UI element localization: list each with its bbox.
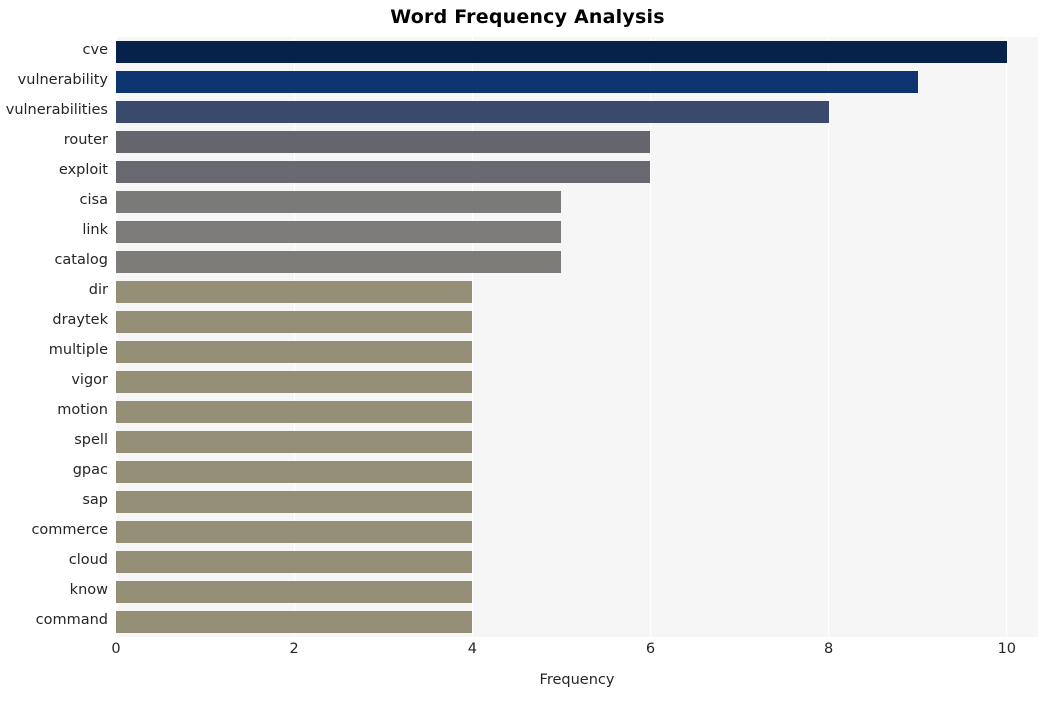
- bar-command: [116, 611, 473, 633]
- bar-spell: [116, 431, 473, 453]
- bar-row: [116, 97, 1038, 127]
- y-axis-tick-labels: cve vulnerability vulnerabilities router exp…: [0, 37, 108, 637]
- bar-exploit: [116, 161, 651, 183]
- bar-row: [116, 307, 1038, 337]
- bar-row: [116, 367, 1038, 397]
- y-tick-label: sap: [82, 492, 108, 508]
- y-tick-label: cve: [82, 42, 108, 58]
- y-tick-label: link: [82, 222, 108, 238]
- y-tick-label: know: [69, 582, 108, 598]
- y-tick-label: spell: [74, 432, 108, 448]
- y-tick-label: vulnerabilities: [5, 102, 108, 118]
- bar-row: [116, 127, 1038, 157]
- bar-cloud: [116, 551, 473, 573]
- y-tick-label: commerce: [31, 522, 108, 538]
- bar-gpac: [116, 461, 473, 483]
- x-tick-label: 10: [997, 641, 1017, 657]
- y-tick-label: cisa: [79, 192, 108, 208]
- bar-cve: [116, 41, 1007, 63]
- bar-row: [116, 577, 1038, 607]
- bar-row: [116, 547, 1038, 577]
- bar-link: [116, 221, 562, 243]
- bar-router: [116, 131, 651, 153]
- bar-vulnerability: [116, 71, 918, 93]
- y-tick-label: dir: [88, 282, 108, 298]
- y-tick-label: command: [35, 612, 108, 628]
- y-tick-label: vigor: [71, 372, 108, 388]
- bar-row: [116, 517, 1038, 547]
- y-tick-label: router: [63, 132, 108, 148]
- bar-row: [116, 397, 1038, 427]
- bar-row: [116, 427, 1038, 457]
- y-tick-label: draytek: [52, 312, 108, 328]
- y-tick-label: gpac: [72, 462, 108, 478]
- y-tick-label: exploit: [58, 162, 108, 178]
- x-tick-label: 4: [467, 641, 477, 657]
- bar-row: [116, 277, 1038, 307]
- bar-vulnerabilities: [116, 101, 829, 123]
- bar-row: [116, 487, 1038, 517]
- bar-row: [116, 337, 1038, 367]
- x-axis-label: Frequency: [539, 672, 615, 688]
- bar-row: [116, 67, 1038, 97]
- bar-commerce: [116, 521, 473, 543]
- x-tick-label: 8: [824, 641, 834, 657]
- y-tick-label: motion: [57, 402, 108, 418]
- y-tick-label: multiple: [48, 342, 108, 358]
- bar-sap: [116, 491, 473, 513]
- y-tick-label: cloud: [68, 552, 108, 568]
- plot-area: [116, 37, 1038, 637]
- bar-row: [116, 187, 1038, 217]
- bar-multiple: [116, 341, 473, 363]
- bar-motion: [116, 401, 473, 423]
- bar-row: [116, 157, 1038, 187]
- bar-draytek: [116, 311, 473, 333]
- word-frequency-chart: Word Frequency Analysis cve vulnerability…: [0, 0, 1055, 701]
- bar-row: [116, 247, 1038, 277]
- bar-row: [116, 457, 1038, 487]
- bar-row: [116, 37, 1038, 67]
- bar-row: [116, 217, 1038, 247]
- chart-title: Word Frequency Analysis: [390, 6, 665, 28]
- y-tick-label: vulnerability: [17, 72, 108, 88]
- x-tick-label: 0: [111, 641, 121, 657]
- x-axis-tick-labels: 0 2 4 6 8 10: [111, 641, 1038, 665]
- bar-know: [116, 581, 473, 603]
- bar-row: [116, 607, 1038, 637]
- bar-vigor: [116, 371, 473, 393]
- x-tick-label: 2: [289, 641, 299, 657]
- bar-dir: [116, 281, 473, 303]
- x-tick-label: 6: [645, 641, 656, 657]
- bar-cisa: [116, 191, 562, 213]
- bar-catalog: [116, 251, 562, 273]
- y-tick-label: catalog: [54, 252, 108, 268]
